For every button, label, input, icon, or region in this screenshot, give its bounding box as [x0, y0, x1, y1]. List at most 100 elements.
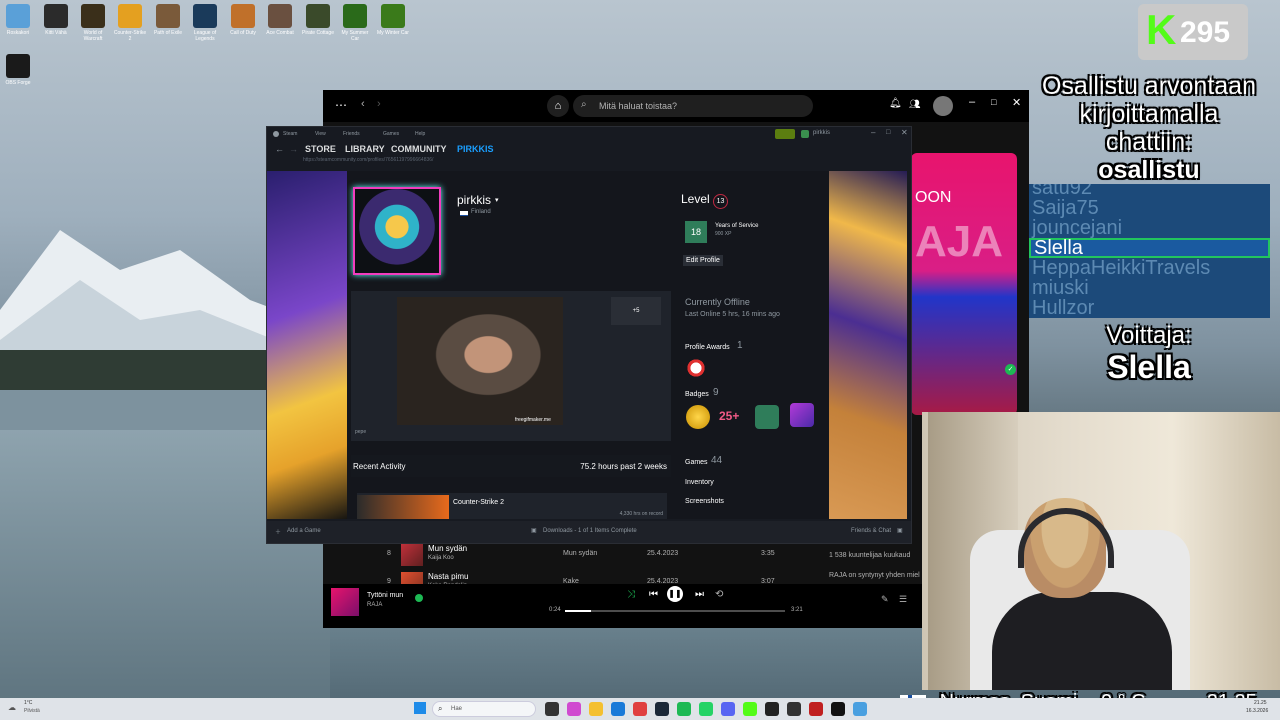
more-icon[interactable]: ⋯ — [335, 98, 347, 112]
obs-icon[interactable] — [787, 702, 801, 716]
friends-chat-icon[interactable]: ▣ — [897, 527, 903, 534]
desktop-icon[interactable]: My Winter Car — [375, 4, 411, 36]
showcase-gif[interactable] — [397, 297, 563, 425]
desktop-icon[interactable]: Kitti Vähä — [38, 4, 74, 36]
bell-icon[interactable]: 🔔︎ — [889, 98, 902, 109]
taskbar-clock-date[interactable]: 16.3.2026 — [1246, 708, 1268, 714]
forward-icon[interactable]: › — [377, 98, 381, 110]
notifications-icon[interactable] — [775, 129, 795, 139]
awards-label[interactable]: Profile Awards — [685, 344, 730, 351]
profile-avatar[interactable] — [353, 187, 441, 275]
repeat-icon[interactable]: ⟲ — [715, 589, 723, 600]
close-icon[interactable]: ✕ — [1012, 96, 1021, 109]
steam-menu-item[interactable]: View — [315, 131, 326, 137]
showcase-more-button[interactable]: +5 — [611, 297, 661, 325]
account-name[interactable]: pirkkis — [813, 130, 830, 136]
desktop-icon[interactable]: Pirate Cottage — [300, 4, 336, 36]
queue-icon[interactable]: ☰ — [899, 594, 907, 605]
desktop-icon[interactable]: Roskakori — [0, 4, 36, 36]
epic-icon[interactable] — [765, 702, 779, 716]
nav-community[interactable]: COMMUNITY — [391, 144, 447, 154]
chrome-icon[interactable] — [633, 702, 647, 716]
steam-window[interactable]: Steam View Friends Games Help pirkkis – □ ✕ … — [266, 126, 912, 544]
task-view-icon[interactable] — [545, 702, 559, 716]
track-title[interactable]: Mun sydän — [428, 544, 467, 553]
kick-icon[interactable] — [743, 702, 757, 716]
nav-profile[interactable]: PIRKKIS — [457, 144, 494, 154]
desktop-icon[interactable]: My Summer Car — [337, 4, 373, 42]
file-explorer-icon[interactable] — [589, 702, 603, 716]
track-artist[interactable]: Kaija Koo — [428, 555, 454, 561]
nav-library[interactable]: LIBRARY — [345, 144, 385, 154]
inventory-link[interactable]: Inventory — [685, 479, 714, 486]
friends-chat-button[interactable]: Friends & Chat — [851, 528, 891, 534]
desktop-icon[interactable]: World of Warcraft — [75, 4, 111, 42]
steam-icon[interactable] — [655, 702, 669, 716]
badge-steam-icon[interactable] — [790, 403, 814, 427]
account-avatar[interactable] — [801, 130, 809, 138]
home-icon[interactable]: ⌂ — [547, 95, 569, 117]
recent-game-name[interactable]: Counter-Strike 2 — [453, 499, 504, 506]
back-icon[interactable]: ‹ — [361, 98, 365, 110]
add-game-icon[interactable]: ＋ — [275, 527, 281, 536]
weather-desc[interactable]: Pilvistä — [24, 708, 40, 714]
name-dropdown-icon[interactable]: ▾ — [495, 196, 499, 204]
next-icon[interactable]: ⏭︎ — [695, 589, 704, 600]
track-title[interactable]: Nasta pimu — [428, 572, 468, 581]
steam-close-icon[interactable]: ✕ — [901, 128, 908, 137]
start-icon[interactable] — [414, 702, 426, 714]
friends-icon[interactable]: 👥︎ — [909, 99, 920, 110]
desktop-icon[interactable]: Call of Duty — [225, 4, 261, 36]
whatsapp-icon[interactable] — [699, 702, 713, 716]
level-badge[interactable]: 13 — [713, 194, 728, 209]
maximize-icon[interactable]: □ — [991, 97, 996, 107]
desktop-icon[interactable]: Counter-Strike 2 — [112, 4, 148, 42]
steam-forward-icon[interactable]: → — [289, 144, 298, 154]
shuffle-icon[interactable]: ⤨ — [627, 589, 635, 600]
steam-menu-item[interactable]: Steam — [283, 131, 297, 137]
steam-menu-item[interactable]: Help — [415, 131, 425, 137]
progress-bar[interactable] — [565, 610, 785, 612]
saved-icon[interactable] — [415, 594, 423, 602]
search-input[interactable]: ⌕ Mitä haluat toistaa? — [573, 95, 813, 117]
snipping-icon[interactable] — [853, 702, 867, 716]
edge-icon[interactable] — [611, 702, 625, 716]
screenshots-link[interactable]: Screenshots — [685, 498, 724, 505]
steam-menu-item[interactable]: Games — [383, 131, 399, 137]
weather-temp[interactable]: 1°C — [24, 700, 32, 706]
desktop-icon[interactable]: Path of Exile — [150, 4, 186, 36]
album-art[interactable] — [331, 588, 359, 616]
games-label[interactable]: Games — [685, 459, 708, 466]
award-icon[interactable] — [685, 357, 707, 379]
steam-minimize-icon[interactable]: – — [871, 128, 875, 137]
downloads-status[interactable]: Downloads - 1 of 1 Items Complete — [543, 528, 637, 534]
badge-coin-icon[interactable] — [686, 405, 710, 429]
desktop-icon[interactable]: League of Legends — [187, 4, 223, 42]
copilot-icon[interactable] — [567, 702, 581, 716]
url-bar[interactable]: https://steamcommunity.com/profiles/7656… — [267, 157, 911, 169]
lyrics-icon[interactable]: ✎ — [881, 594, 889, 605]
track-album[interactable]: Mun sydän — [563, 550, 597, 557]
steam-back-icon[interactable]: ← — [275, 144, 284, 154]
previous-icon[interactable]: ⏮︎ — [649, 589, 658, 600]
badges-label[interactable]: Badges — [685, 391, 709, 398]
photo-editor-icon[interactable] — [809, 702, 823, 716]
discord-icon[interactable] — [721, 702, 735, 716]
nav-store[interactable]: STORE — [305, 144, 336, 154]
now-playing-title[interactable]: Tyttöni mun — [367, 592, 403, 599]
badge-25-icon[interactable]: 25+ — [719, 409, 739, 423]
recent-game-row[interactable]: Counter-Strike 2 4,330 hrs on record — [357, 493, 667, 519]
edit-profile-button[interactable]: Edit Profile — [683, 255, 723, 266]
weather-widget-icon[interactable]: ☁ — [8, 703, 16, 712]
pause-button[interactable]: ❚❚ — [667, 586, 683, 602]
add-game-button[interactable]: Add a Game — [287, 528, 321, 534]
taskbar-search[interactable]: ⌕ Hae — [432, 701, 536, 717]
steam-menu-item[interactable]: Friends — [343, 131, 360, 137]
spotify-icon[interactable] — [677, 702, 691, 716]
minimize-icon[interactable]: – — [969, 96, 975, 108]
avatar[interactable] — [933, 96, 953, 116]
desktop-icon[interactable]: OBS Forge — [0, 54, 36, 86]
capcut-icon[interactable] — [831, 702, 845, 716]
taskbar-clock-time[interactable]: 21.25 — [1254, 700, 1267, 706]
desktop-icon[interactable]: Ace Combat — [262, 4, 298, 36]
